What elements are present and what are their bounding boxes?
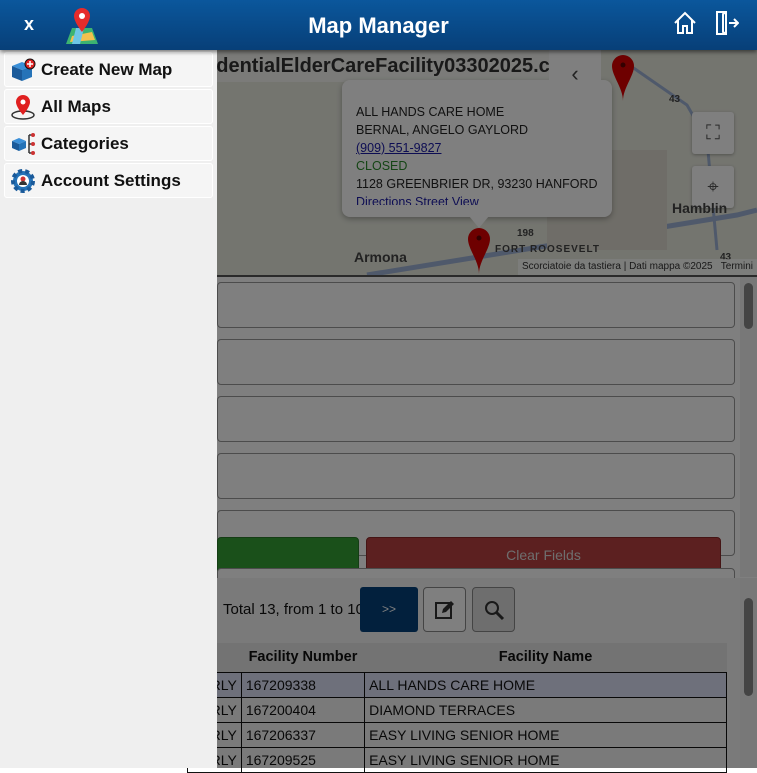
create-map-icon [5,58,41,82]
drawer-backdrop[interactable] [217,50,757,768]
drawer-item-label: Create New Map [41,59,173,79]
drawer-item-all-maps[interactable]: All Maps [4,89,213,124]
logout-icon[interactable] [713,10,740,41]
app-title: Map Manager [308,13,449,38]
drawer-item-label: Categories [41,133,129,153]
drawer-item-label: All Maps [41,96,111,116]
drawer-item-label: Account Settings [41,170,181,190]
drawer-item-create-new-map[interactable]: Create New Map [4,52,213,87]
location-pin-icon [5,94,41,120]
drawer-item-account-settings[interactable]: Account Settings [4,163,213,198]
drawer-item-categories[interactable]: Categories [4,126,213,161]
settings-gear-icon [5,168,41,194]
categories-icon [5,132,41,156]
side-drawer: Create New Map All Maps Categories Accou… [0,50,217,768]
home-icon[interactable] [672,10,698,41]
app-header: x Map Manager [0,0,757,50]
